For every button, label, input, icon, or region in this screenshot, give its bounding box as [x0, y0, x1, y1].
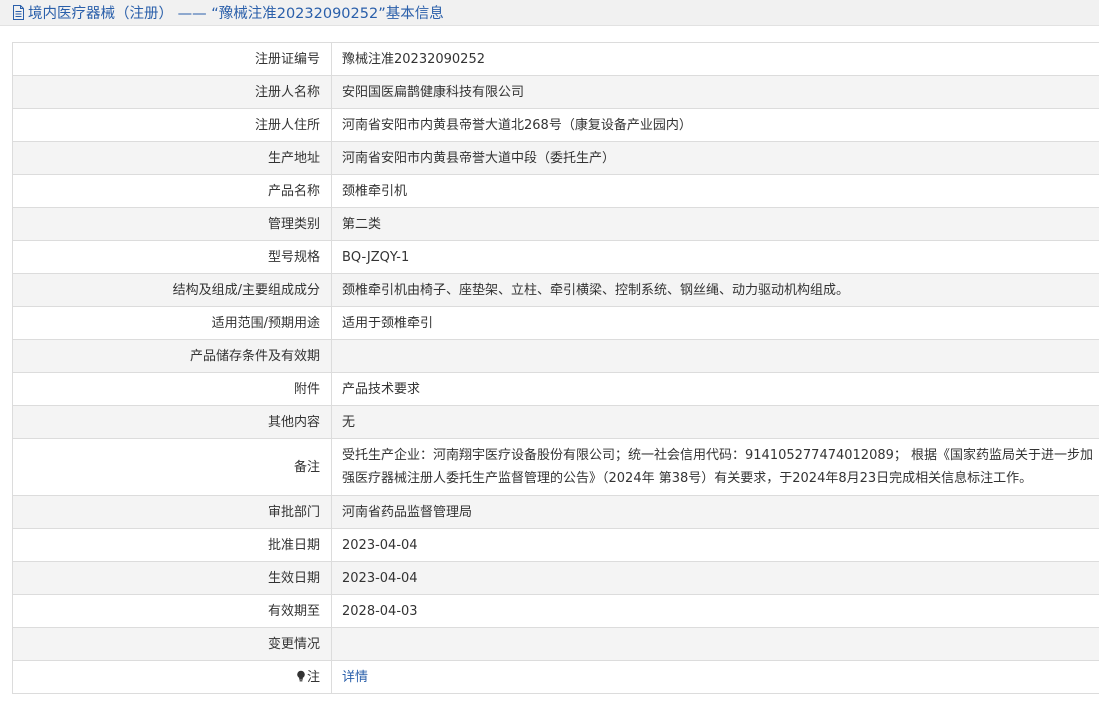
row-label-note: 注	[306, 670, 320, 685]
table-row: 注 详情	[12, 660, 1099, 694]
info-table: 注册证编号 豫械注准20232090252 注册人名称 安阳国医扁鹊健康科技有限…	[12, 42, 1099, 694]
row-label-attachment: 附件	[12, 372, 332, 406]
row-value-approval-date: 2023-04-04	[331, 528, 1099, 562]
table-row: 型号规格 BQ-JZQY-1	[12, 240, 1099, 274]
row-label-registration-number: 注册证编号	[12, 42, 332, 76]
row-label-product-name: 产品名称	[12, 174, 332, 208]
row-value-registrant-name: 安阳国医扁鹊健康科技有限公司	[331, 75, 1099, 109]
row-label-effective-date: 生效日期	[12, 561, 332, 595]
table-row: 变更情况	[12, 627, 1099, 661]
row-label-management-category: 管理类别	[12, 207, 332, 241]
row-label-storage-validity: 产品储存条件及有效期	[12, 339, 332, 373]
table-row: 备注 受托生产企业：河南翔宇医疗设备股份有限公司；统一社会信用代码：914105…	[12, 438, 1099, 496]
row-value-model-spec: BQ-JZQY-1	[331, 240, 1099, 274]
row-value-approval-department: 河南省药品监督管理局	[331, 495, 1099, 529]
row-label-note-cell: 注	[12, 660, 332, 694]
row-value-management-category: 第二类	[331, 207, 1099, 241]
row-value-intended-use: 适用于颈椎牵引	[331, 306, 1099, 340]
table-row: 其他内容 无	[12, 405, 1099, 439]
details-link[interactable]: 详情	[342, 670, 368, 685]
table-row: 注册证编号 豫械注准20232090252	[12, 42, 1099, 76]
row-value-other-content: 无	[331, 405, 1099, 439]
row-value-effective-date: 2023-04-04	[331, 561, 1099, 595]
table-row: 生产地址 河南省安阳市内黄县帝誉大道中段（委托生产）	[12, 141, 1099, 175]
page-header: 境内医疗器械（注册） —— “豫械注准20232090252”基本信息	[0, 0, 1099, 26]
table-row: 附件 产品技术要求	[12, 372, 1099, 406]
document-icon	[13, 5, 24, 20]
row-label-registrant-name: 注册人名称	[12, 75, 332, 109]
row-label-approval-department: 审批部门	[12, 495, 332, 529]
row-label-expiry-date: 有效期至	[12, 594, 332, 628]
row-label-change-status: 变更情况	[12, 627, 332, 661]
table-row: 管理类别 第二类	[12, 207, 1099, 241]
row-value-change-status	[331, 627, 1099, 661]
table-row: 适用范围/预期用途 适用于颈椎牵引	[12, 306, 1099, 340]
row-label-intended-use: 适用范围/预期用途	[12, 306, 332, 340]
table-row: 注册人名称 安阳国医扁鹊健康科技有限公司	[12, 75, 1099, 109]
table-row: 产品名称 颈椎牵引机	[12, 174, 1099, 208]
row-value-note-cell: 详情	[331, 660, 1099, 694]
row-label-approval-date: 批准日期	[12, 528, 332, 562]
row-value-attachment: 产品技术要求	[331, 372, 1099, 406]
table-row: 生效日期 2023-04-04	[12, 561, 1099, 595]
row-label-model-spec: 型号规格	[12, 240, 332, 274]
table-row: 产品储存条件及有效期	[12, 339, 1099, 373]
row-value-product-name: 颈椎牵引机	[331, 174, 1099, 208]
row-label-production-address: 生产地址	[12, 141, 332, 175]
row-value-remarks-cell: 受托生产企业：河南翔宇医疗设备股份有限公司；统一社会信用代码：914105277…	[331, 438, 1099, 496]
row-value-registrant-address: 河南省安阳市内黄县帝誉大道北268号（康复设备产业园内）	[331, 108, 1099, 142]
lightbulb-icon	[297, 670, 305, 682]
table-row: 注册人住所 河南省安阳市内黄县帝誉大道北268号（康复设备产业园内）	[12, 108, 1099, 142]
row-value-remarks: 受托生产企业：河南翔宇医疗设备股份有限公司；统一社会信用代码：914105277…	[342, 448, 1094, 486]
table-row: 批准日期 2023-04-04	[12, 528, 1099, 562]
row-value-structure-composition: 颈椎牵引机由椅子、座垫架、立柱、牵引横梁、控制系统、钢丝绳、动力驱动机构组成。	[331, 273, 1099, 307]
row-label-registrant-address: 注册人住所	[12, 108, 332, 142]
row-label-other-content: 其他内容	[12, 405, 332, 439]
row-label-structure-composition: 结构及组成/主要组成成分	[12, 273, 332, 307]
table-row: 审批部门 河南省药品监督管理局	[12, 495, 1099, 529]
page-title: 境内医疗器械（注册） —— “豫械注准20232090252”基本信息	[28, 6, 444, 22]
row-value-production-address: 河南省安阳市内黄县帝誉大道中段（委托生产）	[331, 141, 1099, 175]
row-value-storage-validity	[331, 339, 1099, 373]
row-value-expiry-date: 2028-04-03	[331, 594, 1099, 628]
row-label-remarks: 备注	[12, 438, 332, 496]
info-table-container: 注册证编号 豫械注准20232090252 注册人名称 安阳国医扁鹊健康科技有限…	[12, 42, 1099, 694]
table-row: 结构及组成/主要组成成分 颈椎牵引机由椅子、座垫架、立柱、牵引横梁、控制系统、钢…	[12, 273, 1099, 307]
table-row: 有效期至 2028-04-03	[12, 594, 1099, 628]
row-value-registration-number: 豫械注准20232090252	[331, 42, 1099, 76]
